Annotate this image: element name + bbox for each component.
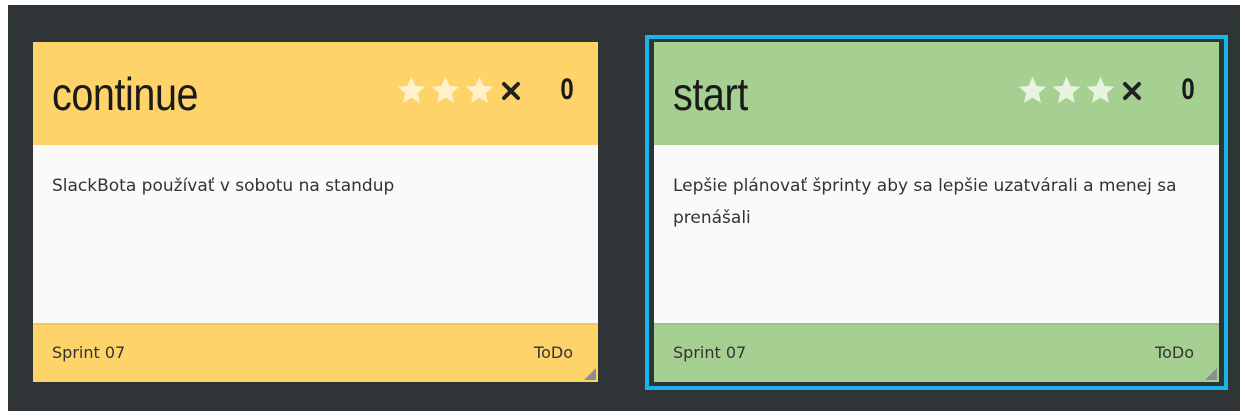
card-title: continue <box>52 68 199 120</box>
card-header: continue 0 <box>33 42 598 145</box>
star-rating[interactable] <box>395 74 496 108</box>
star-icon[interactable] <box>463 74 496 107</box>
resize-handle[interactable] <box>584 368 596 380</box>
card-title: start <box>673 68 748 120</box>
star-rating[interactable] <box>1016 74 1117 108</box>
status-label[interactable]: ToDo <box>1155 343 1194 362</box>
sprint-label: Sprint 07 <box>673 343 747 362</box>
resize-handle[interactable] <box>1205 368 1217 380</box>
star-icon[interactable] <box>1050 74 1083 107</box>
retro-card-start[interactable]: start 0 Lepšie plánovať šprinty aby sa l… <box>654 42 1219 382</box>
retro-card-continue[interactable]: continue 0 SlackBota používať v sobotu n… <box>33 42 598 382</box>
star-icon[interactable] <box>1016 74 1049 107</box>
star-icon[interactable] <box>1084 74 1117 107</box>
card-footer: Sprint 07 ToDo <box>33 323 598 382</box>
sprint-label: Sprint 07 <box>52 343 126 362</box>
card-text[interactable]: Lepšie plánovať šprinty aby sa lepšie uz… <box>654 145 1219 323</box>
status-label[interactable]: ToDo <box>534 343 573 362</box>
vote-count: 0 <box>560 73 574 106</box>
close-icon[interactable] <box>1120 79 1144 103</box>
vote-count: 0 <box>1181 73 1195 106</box>
card-header: start 0 <box>654 42 1219 145</box>
card-footer: Sprint 07 ToDo <box>654 323 1219 382</box>
star-icon[interactable] <box>429 74 462 107</box>
close-icon[interactable] <box>499 79 523 103</box>
star-icon[interactable] <box>395 74 428 107</box>
card-text[interactable]: SlackBota používať v sobotu na standup <box>33 145 598 323</box>
